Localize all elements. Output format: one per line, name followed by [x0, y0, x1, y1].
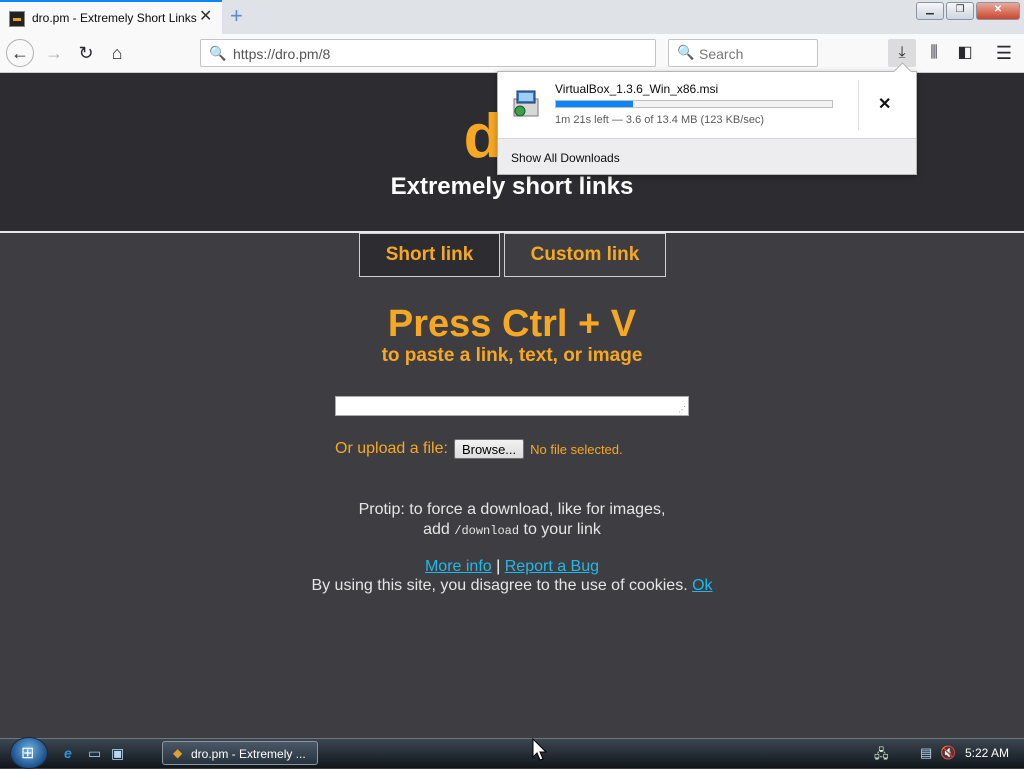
link-separator: |	[496, 558, 501, 575]
downloads-panel: VirtualBox_1.3.6_Win_x86.msi 1m 21s left…	[497, 71, 917, 175]
show-all-downloads-label: Show All Downloads	[511, 151, 620, 165]
start-button[interactable]	[10, 737, 48, 769]
search-icon: 🔍	[677, 44, 695, 60]
minimize-button[interactable]: ▁	[916, 2, 944, 20]
site-favicon-icon	[9, 11, 25, 27]
show-desktop-icon[interactable]: ▭	[88, 745, 101, 762]
tab-title: dro.pm - Extremely Short Links	[32, 11, 197, 25]
forward-arrow-icon[interactable]: →	[40, 39, 68, 67]
internet-explorer-icon[interactable]: e	[64, 745, 72, 761]
hamburger-menu-icon[interactable]: ☰	[990, 39, 1018, 67]
site-favicon-icon: ◆	[173, 746, 183, 760]
window-controls: ▁ ❐ ✕	[916, 2, 1020, 20]
new-tab-icon[interactable]: +	[230, 4, 243, 28]
site-tagline: Extremely short links	[390, 173, 634, 200]
download-status: 1m 21s left — 3.6 of 13.4 MB (123 KB/sec…	[555, 114, 765, 126]
report-bug-link[interactable]: Report a Bug	[505, 558, 599, 575]
close-tab-icon[interactable]: ✕	[199, 9, 212, 25]
no-file-selected-text: No file selected.	[530, 441, 623, 457]
protip-end-text: to your link	[523, 521, 601, 538]
switch-windows-icon[interactable]: ▣	[111, 745, 124, 762]
download-progress-fill	[556, 101, 634, 107]
tab-short-link[interactable]: Short link	[359, 233, 500, 277]
taskbar-button-firefox[interactable]: ◆ dro.pm - Extremely ...	[162, 741, 318, 765]
search-input[interactable]	[697, 44, 811, 64]
show-all-downloads-button[interactable]: Show All Downloads	[498, 138, 916, 174]
library-icon[interactable]: ⫼	[920, 39, 948, 67]
close-window-button[interactable]: ✕	[976, 2, 1020, 20]
url-input[interactable]	[231, 44, 635, 64]
tab-dro-pm[interactable]: dro.pm - Extremely Short Links ✕	[0, 0, 222, 34]
protip-line-2: add /download to your link	[0, 520, 1024, 541]
protip-code: /download	[454, 524, 520, 538]
more-info-link[interactable]: More info	[425, 558, 492, 575]
site-identity-icon[interactable]: 🔍	[209, 45, 226, 62]
network-tray-icon[interactable]: 🖧	[874, 745, 889, 767]
home-icon[interactable]: ⌂	[103, 39, 131, 67]
browse-button[interactable]: Browse...	[453, 439, 525, 459]
navigation-toolbar: ← → ↻ ⌂ 🔍 🔍 ⤓ ⫼ ◧ ☰	[0, 34, 1024, 73]
volume-muted-icon[interactable]: 🔇	[940, 745, 956, 761]
browser-tab-strip: dro.pm - Extremely Short Links ✕ + ▁ ❐ ✕	[0, 0, 1024, 34]
tab-custom-link[interactable]: Custom link	[504, 233, 666, 277]
download-divider	[858, 80, 859, 130]
paste-headline: Press Ctrl + V	[387, 303, 637, 345]
system-clock[interactable]: 5:22 AM	[965, 746, 1009, 760]
paste-textarea[interactable]: ⋰	[335, 396, 689, 416]
protip-line-1: Protip: to force a download, like for im…	[358, 501, 666, 518]
mouse-cursor-icon	[532, 738, 548, 761]
display-tray-icon[interactable]: ▤	[920, 745, 932, 761]
file-upload-row: Or upload a file: Browse... No file sele…	[335, 439, 623, 459]
back-arrow-icon[interactable]: ←	[6, 39, 34, 67]
download-file-name[interactable]: VirtualBox_1.3.6_Win_x86.msi	[555, 82, 718, 96]
resize-grip-icon[interactable]: ⋰	[678, 405, 686, 414]
cookie-text: By using this site, you disagree to the …	[311, 577, 688, 594]
cancel-download-icon[interactable]: ✕	[878, 94, 891, 114]
maximize-button[interactable]: ❐	[946, 2, 974, 20]
protip-add-text: add	[423, 521, 450, 538]
search-bar[interactable]: 🔍	[668, 39, 818, 67]
protip: Protip: to force a download, like for im…	[0, 500, 1024, 541]
download-progress-bar	[555, 100, 833, 108]
msi-installer-icon	[511, 89, 541, 119]
taskbar-button-label: dro.pm - Extremely ...	[191, 747, 306, 761]
link-type-tabs: Short link Custom link	[359, 233, 666, 277]
reload-icon[interactable]: ↻	[72, 39, 100, 67]
paste-subheadline: to paste a link, text, or image	[381, 345, 643, 366]
sidebar-icon[interactable]: ◧	[951, 39, 979, 67]
footer-links: More info | Report a Bug	[0, 558, 1024, 576]
cookie-notice: By using this site, you disagree to the …	[0, 577, 1024, 595]
taskbar: e ▭ ▣ ◆ dro.pm - Extremely ... 🖧 ▤ 🔇 5:2…	[0, 737, 1024, 769]
cookie-ok-link[interactable]: Ok	[692, 577, 712, 594]
upload-label: Or upload a file:	[335, 440, 448, 457]
address-bar[interactable]: 🔍	[200, 39, 656, 67]
